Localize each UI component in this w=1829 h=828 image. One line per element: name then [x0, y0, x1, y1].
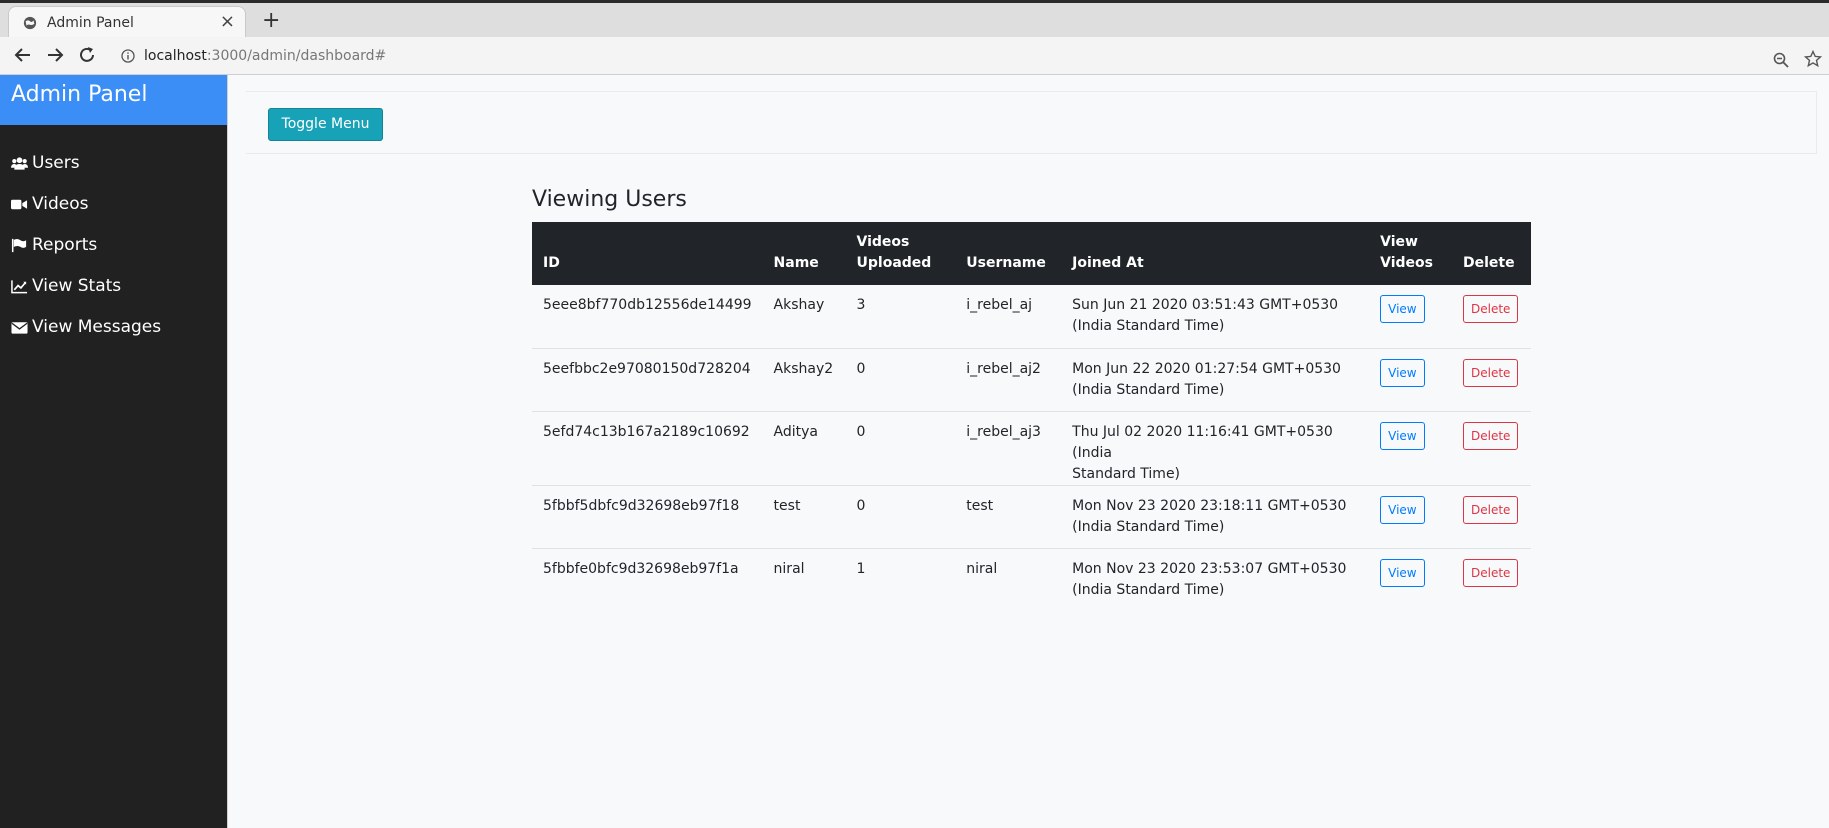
cell-delete: Delete [1452, 411, 1531, 485]
browser-tab-bar: Admin Panel × + [0, 0, 1829, 40]
cell-joined: Mon Jun 22 2020 01:27:54 GMT+0530 (India … [1072, 360, 1341, 398]
cell-view: View [1369, 485, 1452, 548]
cell-id: 5fbbfe0bfc9d32698eb97f1a [543, 560, 739, 577]
back-arrow-icon[interactable] [13, 45, 33, 65]
column-header-joined-at: Joined At [1072, 255, 1144, 271]
cell-username: i_rebel_aj [966, 297, 1033, 313]
cell-username: test [966, 497, 994, 514]
zoom-out-icon[interactable] [1772, 51, 1790, 69]
page-title: Viewing Users [532, 187, 687, 212]
sidebar-item-reports[interactable]: Reports [11, 233, 97, 257]
table-header: ID Name Videos Uploaded Username Joined A… [532, 222, 1531, 285]
table-row: 5efd74c13b167a2189c10692 Aditya 0 i_rebe… [532, 411, 1531, 485]
sidebar-item-label: Videos [32, 194, 89, 214]
cell-id: 5efd74c13b167a2189c10692 [543, 423, 750, 440]
cell-joined: Mon Nov 23 2020 23:53:07 GMT+0530 (India … [1072, 560, 1347, 598]
table-row: 5eefbbc2e97080150d728204 Akshay2 0 i_reb… [532, 348, 1531, 411]
cell-name: Aditya [773, 423, 819, 440]
cell-name: Akshay2 [773, 360, 834, 377]
delete-user-button[interactable]: Delete [1462, 421, 1519, 450]
cell-delete: Delete [1452, 485, 1531, 548]
bookmark-star-icon[interactable] [1804, 50, 1822, 68]
cell-view: View [1369, 411, 1452, 485]
delete-user-button[interactable]: Delete [1462, 295, 1519, 323]
column-header-name: Name [773, 255, 819, 271]
sidebar-item-view-stats[interactable]: View Stats [11, 274, 121, 298]
cell-videos: 0 [856, 423, 866, 440]
sidebar-item-label: View Messages [32, 317, 162, 337]
column-header-view-videos: View Videos [1380, 234, 1433, 271]
cell-videos: 0 [856, 497, 866, 514]
view-videos-button[interactable]: View [1380, 358, 1425, 387]
cell-view: View [1369, 548, 1452, 611]
video-camera-icon [11, 199, 28, 209]
main-content: Toggle Menu Viewing Users ID Name Videos… [227, 75, 1829, 828]
view-videos-button[interactable]: View [1380, 558, 1425, 587]
column-header-videos-uploaded: Videos Uploaded [856, 234, 932, 271]
users-table: ID Name Videos Uploaded Username Joined A… [532, 222, 1531, 611]
cell-view: View [1369, 348, 1452, 411]
table-body: 5eee8bf770db12556de14499 Akshay 3 i_rebe… [532, 285, 1531, 611]
cell-id: 5eee8bf770db12556de14499 [543, 297, 752, 313]
view-videos-button[interactable]: View [1380, 295, 1425, 323]
cell-name: test [773, 497, 801, 514]
url-text: localhost:3000/admin/dashboard# [144, 48, 387, 64]
sidebar-item-label: View Stats [32, 276, 122, 296]
reload-icon[interactable] [77, 45, 97, 65]
delete-user-button[interactable]: Delete [1462, 358, 1519, 387]
sidebar-header: Admin Panel [0, 75, 227, 125]
top-navbar [246, 91, 1817, 154]
envelope-icon [11, 321, 28, 334]
sidebar-title: Admin Panel [11, 82, 148, 107]
table-row: 5eee8bf770db12556de14499 Akshay 3 i_rebe… [532, 285, 1531, 348]
view-videos-button[interactable]: View [1380, 421, 1425, 450]
view-videos-button[interactable]: View [1380, 495, 1425, 524]
cell-name: Akshay [773, 297, 825, 313]
cell-joined: Thu Jul 02 2020 11:16:41 GMT+0530 (India… [1072, 423, 1333, 482]
new-tab-icon[interactable]: + [262, 8, 280, 34]
sidebar-item-view-messages[interactable]: View Messages [11, 315, 161, 339]
info-icon[interactable] [121, 49, 135, 63]
cell-delete: Delete [1452, 548, 1531, 611]
cell-delete: Delete [1452, 285, 1531, 348]
table-header-row: ID Name Videos Uploaded Username Joined A… [532, 222, 1531, 285]
cell-joined: Mon Nov 23 2020 23:18:11 GMT+0530 (India … [1072, 497, 1347, 535]
cell-id: 5eefbbc2e97080150d728204 [543, 360, 751, 377]
address-bar[interactable]: localhost:3000/admin/dashboard# [118, 44, 1822, 70]
cell-videos: 0 [856, 360, 866, 377]
delete-user-button[interactable]: Delete [1462, 558, 1519, 587]
cell-videos: 3 [856, 297, 866, 313]
globe-icon [23, 16, 37, 30]
sidebar-item-label: Reports [32, 235, 98, 255]
cell-videos: 1 [856, 560, 866, 577]
line-chart-icon [11, 279, 28, 293]
browser-tab[interactable]: Admin Panel × [8, 6, 246, 40]
cell-id: 5fbbf5dbfc9d32698eb97f18 [543, 497, 740, 514]
close-tab-icon[interactable]: × [220, 12, 235, 32]
sidebar-item-users[interactable]: Users [11, 151, 80, 175]
table-row: 5fbbfe0bfc9d32698eb97f1a niral 1 niral M… [532, 548, 1531, 611]
delete-user-button[interactable]: Delete [1462, 495, 1519, 524]
sidebar-item-label: Users [32, 153, 80, 173]
cell-name: niral [773, 560, 805, 577]
tab-title: Admin Panel [47, 15, 134, 31]
forward-arrow-icon[interactable] [45, 45, 65, 65]
column-header-id: ID [543, 255, 560, 271]
sidebar: Admin Panel Users Videos Reports View St… [0, 75, 227, 828]
cell-username: i_rebel_aj2 [966, 360, 1041, 377]
column-header-delete: Delete [1462, 255, 1515, 271]
cell-view: View [1369, 285, 1452, 348]
table-row: 5fbbf5dbfc9d32698eb97f18 test 0 test Mon… [532, 485, 1531, 548]
cell-username: niral [966, 560, 998, 577]
cell-delete: Delete [1452, 348, 1531, 411]
flag-icon [11, 238, 27, 252]
sidebar-item-videos[interactable]: Videos [11, 192, 89, 216]
cell-joined: Sun Jun 21 2020 03:51:43 GMT+0530 (India … [1072, 297, 1339, 334]
cell-username: i_rebel_aj3 [966, 423, 1041, 440]
toggle-menu-button[interactable]: Toggle Menu [268, 108, 383, 141]
browser-toolbar: localhost:3000/admin/dashboard# [0, 37, 1829, 75]
users-icon [11, 156, 28, 170]
column-header-username: Username [966, 255, 1046, 271]
